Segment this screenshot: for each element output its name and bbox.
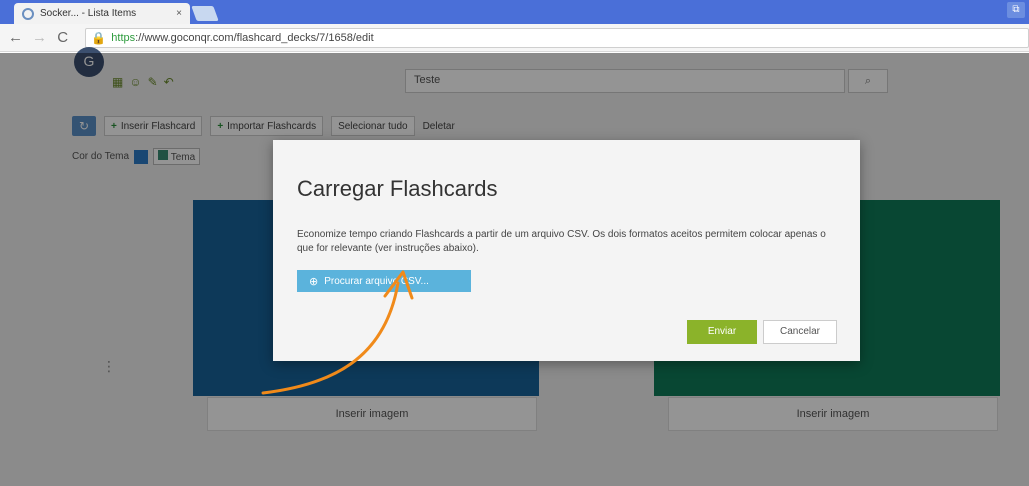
- url-path: ://www.goconqr.com/flashcard_decks/7/165…: [135, 31, 374, 44]
- tab-close-icon[interactable]: ×: [176, 8, 182, 19]
- browser-toolbar: ← → C 🔒 https://www.goconqr.com/flashcar…: [0, 24, 1029, 52]
- browse-csv-button[interactable]: ⊕ Procurar arquivo CSV...: [297, 270, 471, 292]
- modal-title: Carregar Flashcards: [297, 176, 498, 201]
- new-tab-button[interactable]: [191, 6, 219, 21]
- browser-tab[interactable]: Socker... - Lista Items ×: [14, 3, 190, 24]
- forward-icon[interactable]: →: [32, 29, 47, 46]
- lock-icon: 🔒: [91, 30, 107, 45]
- upload-flashcards-modal: Carregar Flashcards Economize tempo cria…: [273, 140, 860, 361]
- back-icon[interactable]: ←: [8, 29, 23, 46]
- address-bar[interactable]: 🔒 https://www.goconqr.com/flashcard_deck…: [85, 27, 1029, 48]
- modal-description: Economize tempo criando Flashcards a par…: [297, 229, 826, 254]
- window-control-icon[interactable]: ⧉: [1007, 2, 1025, 18]
- url-scheme: https: [111, 31, 136, 44]
- favicon-icon: [22, 7, 34, 20]
- url-text: https://www.goconqr.com/flashcard_decks/…: [111, 32, 373, 44]
- browse-csv-label: Procurar arquivo CSV...: [324, 275, 429, 287]
- browser-tab-strip: Socker... - Lista Items × ⧉: [0, 0, 1029, 24]
- cancel-button[interactable]: Cancelar: [763, 320, 837, 344]
- tab-title: Socker... - Lista Items: [40, 8, 137, 19]
- send-button[interactable]: Enviar: [687, 320, 757, 344]
- upload-icon: ⊕: [309, 275, 319, 288]
- reload-icon[interactable]: C: [56, 29, 69, 46]
